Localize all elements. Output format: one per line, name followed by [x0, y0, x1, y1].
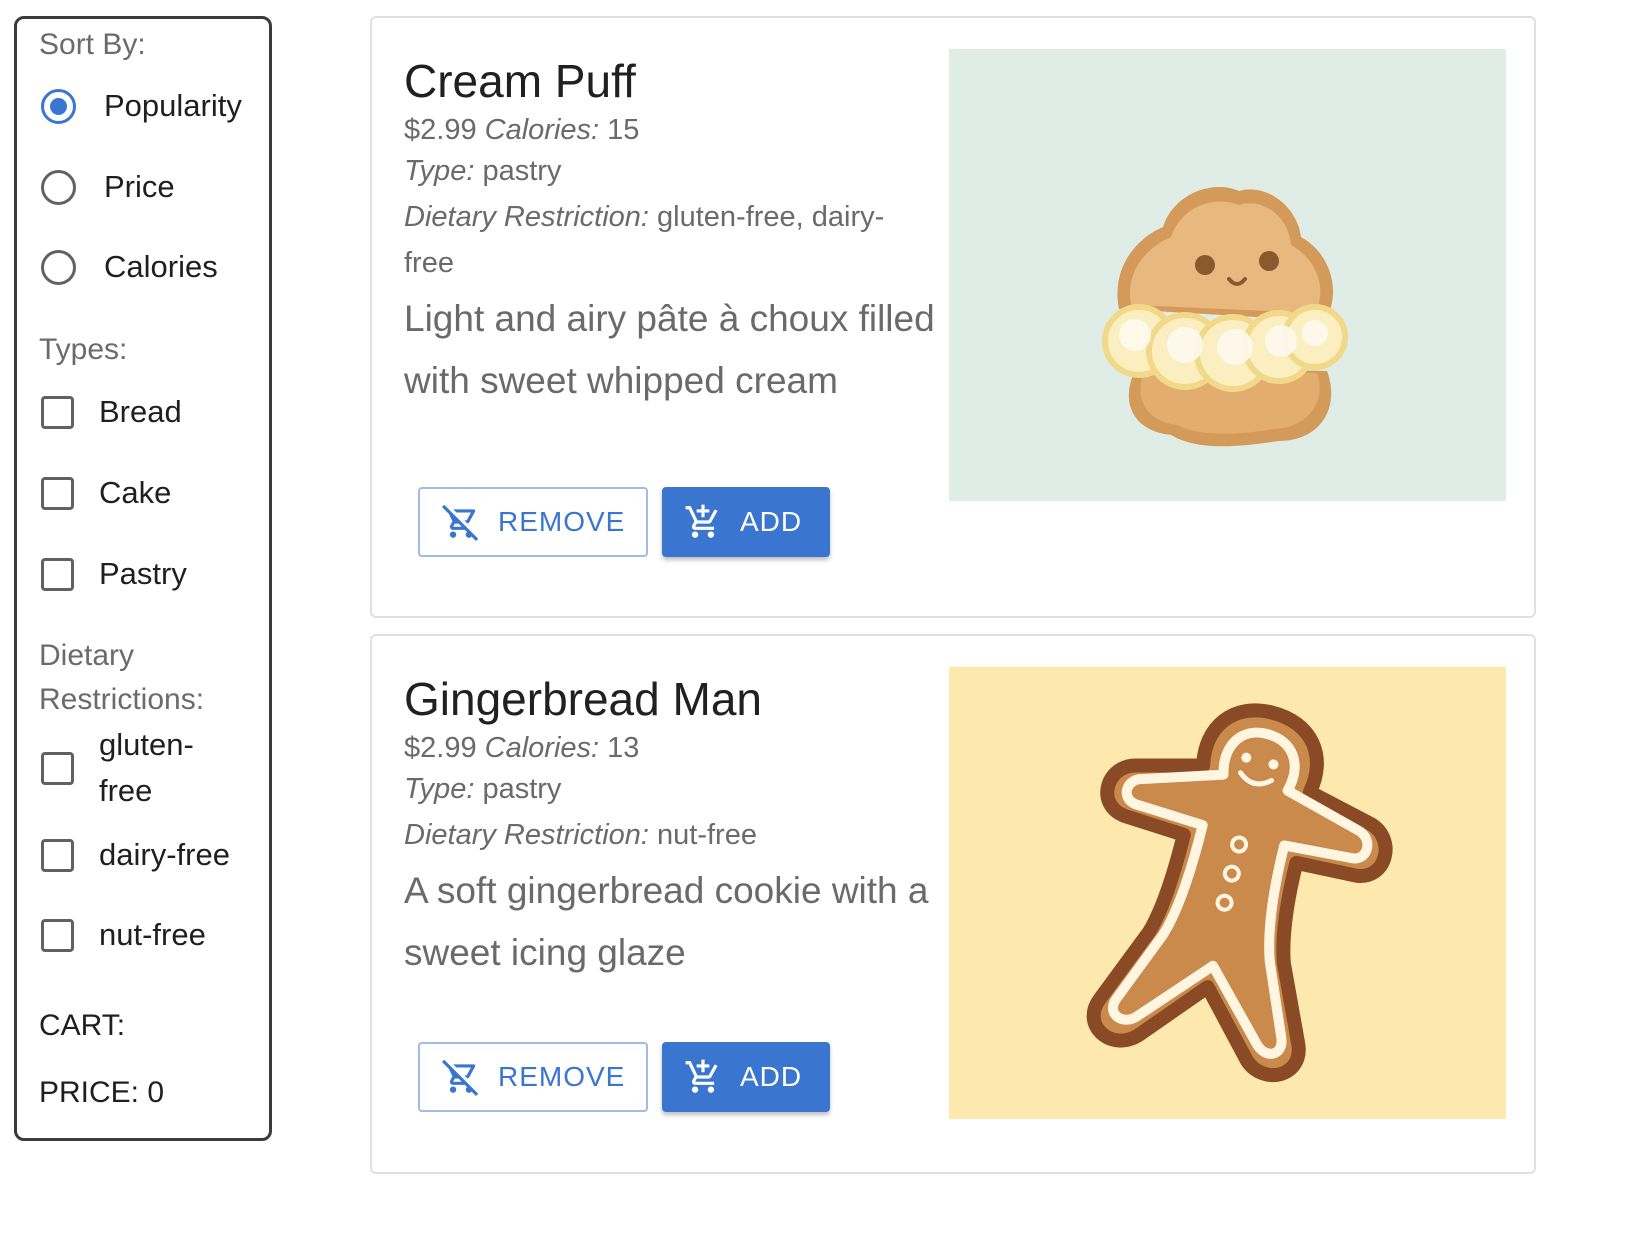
product-card-cream-puff: Cream Puff $2.99 Calories: 15 Type: past…: [370, 16, 1536, 618]
remove-from-cart-button[interactable]: REMOVE: [418, 487, 648, 557]
type-filter-label: Bread: [99, 394, 182, 429]
price-total: PRICE: 0: [39, 1076, 165, 1109]
types-heading: Types:: [39, 333, 128, 366]
product-card-gingerbread-man: Gingerbread Man $2.99 Calories: 13 Type:…: [370, 634, 1536, 1174]
type-filter-bread[interactable]: Bread: [41, 389, 182, 435]
type-filter-label: Cake: [99, 475, 172, 510]
remove-button-label: REMOVE: [498, 506, 626, 537]
remove-shopping-cart-icon: [442, 503, 480, 541]
checkbox-nut-free[interactable]: [41, 918, 74, 952]
calories-label: Calories:: [484, 732, 600, 764]
diet-filter-dairy-free[interactable]: dairy-free: [41, 832, 230, 878]
product-type: Type: pastry: [404, 148, 561, 194]
dietary-label: Dietary Restriction:: [404, 819, 649, 851]
product-price-calories: $2.99 Calories: 13: [404, 725, 639, 771]
product-title: Cream Puff: [404, 55, 636, 107]
diet-filter-gluten-free[interactable]: gluten-free: [41, 722, 219, 814]
product-dietary: Dietary Restriction: nut-free: [404, 812, 934, 858]
sort-option-label: Calories: [104, 249, 218, 284]
cart-label: CART:: [39, 1009, 126, 1042]
remove-button-label: REMOVE: [498, 1061, 626, 1092]
calories-value: 15: [607, 114, 640, 146]
checkbox-pastry[interactable]: [41, 557, 74, 591]
diet-filter-nut-free[interactable]: nut-free: [41, 912, 206, 958]
checkbox-gluten-free[interactable]: [41, 751, 74, 785]
dietary-restrictions-heading: Dietary Restrictions:: [39, 639, 205, 716]
sort-option-label: Price: [104, 169, 175, 204]
product-description: A soft gingerbread cookie with a sweet i…: [404, 870, 929, 973]
product-dietary: Dietary Restriction: gluten-free, dairy-…: [404, 194, 934, 286]
calories-label: Calories:: [484, 114, 600, 146]
product-price: $2.99: [404, 114, 477, 146]
type-value: pastry: [482, 773, 562, 805]
filter-sidebar: Sort By: Popularity Price Calories Types…: [14, 16, 272, 1141]
sort-option-calories[interactable]: Calories: [41, 249, 218, 285]
cream-puff-image: [949, 49, 1506, 501]
product-type: Type: pastry: [404, 766, 561, 812]
diet-filter-label: nut-free: [99, 917, 206, 952]
add-to-cart-button[interactable]: ADD: [662, 1042, 830, 1112]
type-filter-label: Pastry: [99, 556, 187, 591]
dietary-value: nut-free: [657, 819, 757, 851]
sort-by-heading: Sort By:: [39, 28, 146, 61]
add-to-cart-button[interactable]: ADD: [662, 487, 830, 557]
add-button-label: ADD: [740, 1061, 803, 1092]
radio-price[interactable]: [41, 169, 76, 205]
checkbox-bread[interactable]: [41, 395, 74, 429]
calories-value: 13: [607, 732, 640, 764]
type-value: pastry: [482, 155, 562, 187]
diet-filter-label: dairy-free: [99, 837, 230, 872]
remove-shopping-cart-icon: [442, 1058, 480, 1096]
add-button-label: ADD: [740, 506, 803, 537]
remove-from-cart-button[interactable]: REMOVE: [418, 1042, 648, 1112]
dietary-label: Dietary Restriction:: [404, 201, 649, 233]
add-shopping-cart-icon: [684, 503, 722, 541]
gingerbread-man-image: [949, 667, 1506, 1119]
add-shopping-cart-icon: [684, 1058, 722, 1096]
product-title: Gingerbread Man: [404, 673, 762, 725]
checkbox-dairy-free[interactable]: [41, 838, 74, 872]
type-label: Type:: [404, 773, 475, 805]
checkbox-cake[interactable]: [41, 476, 74, 510]
type-filter-pastry[interactable]: Pastry: [41, 551, 187, 597]
type-filter-cake[interactable]: Cake: [41, 470, 171, 516]
radio-popularity[interactable]: [41, 88, 76, 124]
product-description: Light and airy pâte à choux filled with …: [404, 298, 935, 401]
sort-option-label: Popularity: [104, 88, 242, 123]
product-price-calories: $2.99 Calories: 15: [404, 107, 639, 153]
sort-option-popularity[interactable]: Popularity: [41, 88, 242, 124]
type-label: Type:: [404, 155, 475, 187]
diet-filter-label: gluten-free: [99, 727, 194, 808]
product-price: $2.99: [404, 732, 477, 764]
radio-calories[interactable]: [41, 249, 76, 285]
sort-option-price[interactable]: Price: [41, 169, 175, 205]
